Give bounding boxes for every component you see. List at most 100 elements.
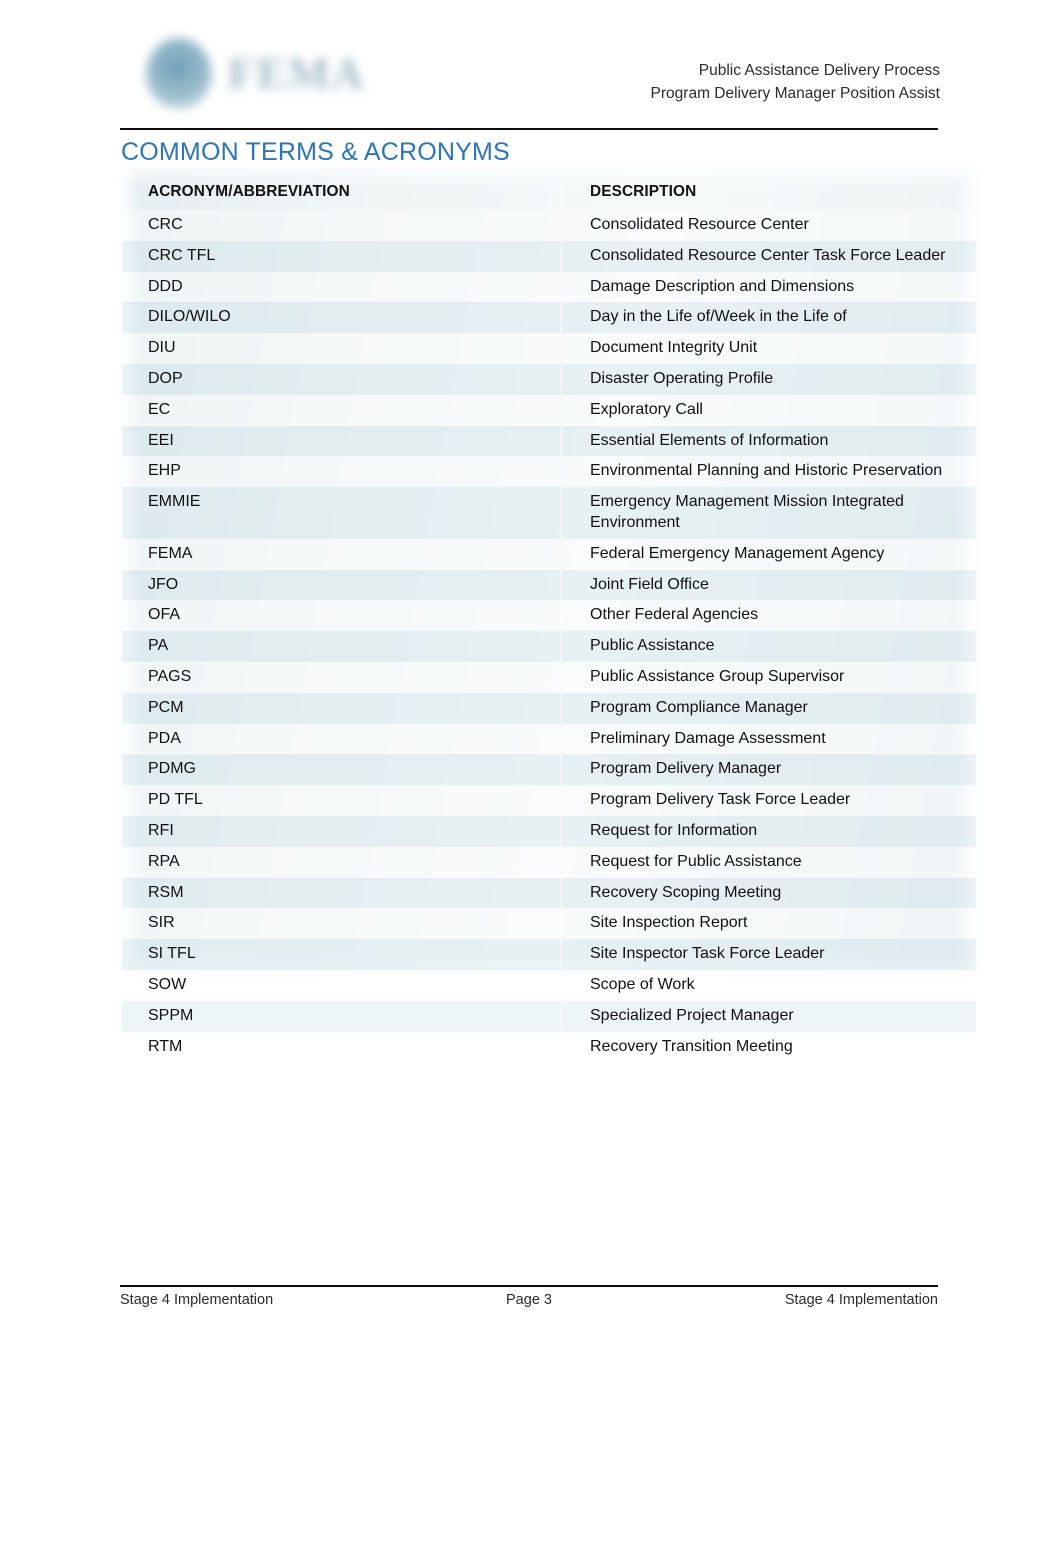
acronym-cell: RSM	[148, 883, 184, 901]
table-row: DDD Damage Description and Dimensions	[122, 271, 976, 303]
table-row: SIR Site Inspection Report	[122, 908, 976, 940]
acronym-cell: DIU	[148, 339, 176, 357]
table-row: PA Public Assistance	[122, 631, 976, 662]
acronym-cell: SPPM	[148, 1006, 194, 1024]
table-header-row: ACRONYM/ABBREVIATION DESCRIPTION	[122, 172, 976, 211]
column-header-acronym: ACRONYM/ABBREVIATION	[148, 183, 350, 200]
table-row: DOP Disaster Operating Profile	[122, 364, 976, 395]
fema-logo-text: FEMA	[228, 49, 366, 98]
table-row: SPPM Specialized Project Manager	[122, 1000, 976, 1032]
description-cell: Site Inspector Task Force Leader	[590, 945, 825, 963]
acronym-cell: SI TFL	[148, 945, 196, 963]
header-divider	[120, 128, 938, 130]
acronym-cell: RFI	[148, 821, 174, 839]
acronym-cell: SIR	[148, 914, 175, 932]
table-row: JFO Joint Field Office	[122, 569, 976, 601]
acronym-cell: PDMG	[148, 760, 196, 778]
description-cell: Essential Elements of Information	[590, 431, 829, 449]
table-row: EMMIE Emergency Management Mission Integr…	[122, 487, 976, 539]
description-cell: Other Federal Agencies	[590, 606, 759, 624]
table-row: SOW Scope of Work	[122, 969, 976, 1001]
table-row: PAGS Public Assistance Group Supervisor	[122, 661, 976, 693]
description-cell: Damage Description and Dimensions	[590, 277, 855, 295]
acronym-cell: PA	[148, 637, 169, 655]
acronym-cell: RPA	[148, 852, 180, 870]
acronym-cell: JFO	[148, 575, 179, 593]
page-header: FEMA Public Assistance Delivery Process …	[0, 0, 1062, 118]
table-row: RTM Recovery Transition Meeting	[122, 1031, 976, 1063]
acronyms-table: ACRONYM/ABBREVIATION DESCRIPTION CRC Cons…	[122, 172, 976, 1063]
page-title: COMMON TERMS & ACRONYMS	[121, 138, 510, 166]
table-row: PD TFL Program Delivery Task Force Leader	[122, 785, 976, 816]
acronym-cell: PD TFL	[148, 791, 203, 809]
description-cell: Request for Information	[590, 821, 758, 839]
description-cell: Consolidated Resource Center	[590, 216, 809, 234]
table-row: OFA Other Federal Agencies	[122, 600, 976, 632]
acronym-cell: EC	[148, 400, 171, 418]
table-row: CRC TFL Consolidated Resource Center Task…	[122, 240, 976, 272]
description-cell: Specialized Project Manager	[590, 1006, 794, 1024]
acronym-cell: RTM	[148, 1037, 183, 1055]
description-cell: Emergency Management Mission Integrated …	[590, 493, 904, 531]
description-cell: Program Compliance Manager	[590, 698, 808, 716]
table-row: PDMG Program Delivery Manager	[122, 754, 976, 786]
acronym-cell: EEI	[148, 431, 174, 449]
description-cell: Recovery Scoping Meeting	[590, 883, 782, 901]
description-cell: Preliminary Damage Assessment	[590, 729, 826, 747]
description-cell: Recovery Transition Meeting	[590, 1037, 793, 1055]
acronym-cell: EHP	[148, 462, 181, 480]
page-footer: Stage 4 Implementation Page 3 Stage 4 Im…	[120, 1292, 938, 1314]
table-head: ACRONYM/ABBREVIATION DESCRIPTION	[122, 172, 976, 211]
document-page: FEMA Public Assistance Delivery Process …	[0, 0, 1062, 1556]
description-cell: Joint Field Office	[590, 575, 709, 593]
header-title-line-2: Program Delivery Manager Position Assist	[650, 84, 940, 102]
acronym-cell: OFA	[148, 606, 181, 624]
acronym-cell: FEMA	[148, 544, 193, 562]
acronym-cell: PCM	[148, 698, 184, 716]
description-cell: Document Integrity Unit	[590, 339, 758, 357]
table-row: CRC Consolidated Resource Center	[122, 210, 976, 241]
acronym-cell: SOW	[148, 975, 187, 993]
table-row: RFI Request for Information	[122, 815, 976, 847]
table-body: CRC Consolidated Resource Center CRC TFL Co…	[122, 210, 976, 1063]
table-row: EHP Environmental Planning and Historic P…	[122, 456, 976, 488]
acronym-cell: EMMIE	[148, 493, 201, 511]
table-row: SI TFL Site Inspector Task Force Leader	[122, 939, 976, 970]
acronym-cell: DDD	[148, 277, 183, 295]
footer-right-text: Stage 4 Implementation	[784, 1292, 938, 1308]
header-title-block: Public Assistance Delivery Process Progr…	[651, 60, 940, 105]
table-row: EC Exploratory Call	[122, 394, 976, 426]
acronym-cell: DILO/WILO	[148, 308, 231, 326]
table-row: DIU Document Integrity Unit	[122, 333, 976, 364]
description-cell: Scope of Work	[590, 975, 695, 993]
acronyms-table-container: ACRONYM/ABBREVIATION DESCRIPTION CRC Cons…	[122, 172, 976, 1063]
table-row: RPA Request for Public Assistance	[122, 846, 976, 878]
description-cell: Federal Emergency Management Agency	[590, 544, 885, 562]
description-cell: Exploratory Call	[590, 400, 703, 418]
table-row: FEMA Federal Emergency Management Agency	[122, 538, 976, 570]
table-row: EEI Essential Elements of Information	[122, 425, 976, 457]
description-cell: Request for Public Assistance	[590, 852, 802, 870]
description-cell: Site Inspection Report	[590, 914, 748, 932]
description-cell: Disaster Operating Profile	[590, 370, 774, 387]
acronym-cell: CRC TFL	[148, 246, 216, 264]
acronym-cell: DOP	[148, 370, 183, 387]
table-row: PDA Preliminary Damage Assessment	[122, 723, 976, 755]
fema-seal-inner-icon	[159, 50, 195, 90]
footer-divider	[120, 1285, 938, 1287]
description-cell: Public Assistance Group Supervisor	[590, 667, 845, 685]
description-cell: Day in the Life of/Week in the Life of	[590, 308, 847, 326]
fema-logo: FEMA	[128, 30, 384, 112]
table-row: PCM Program Compliance Manager	[122, 692, 976, 724]
column-header-description: DESCRIPTION	[590, 183, 697, 200]
description-cell: Program Delivery Manager	[590, 760, 782, 778]
acronym-cell: PDA	[148, 729, 181, 747]
acronym-cell: CRC	[148, 216, 183, 234]
description-cell: Public Assistance	[590, 637, 715, 655]
description-cell: Environmental Planning and Historic Pres…	[590, 462, 943, 480]
header-title-line-1: Public Assistance Delivery Process	[698, 62, 940, 79]
acronym-cell: PAGS	[148, 667, 192, 685]
description-cell: Consolidated Resource Center Task Force …	[590, 246, 946, 264]
table-row: DILO/WILO Day in the Life of/Week in the …	[122, 302, 976, 334]
description-cell: Program Delivery Task Force Leader	[590, 791, 851, 809]
